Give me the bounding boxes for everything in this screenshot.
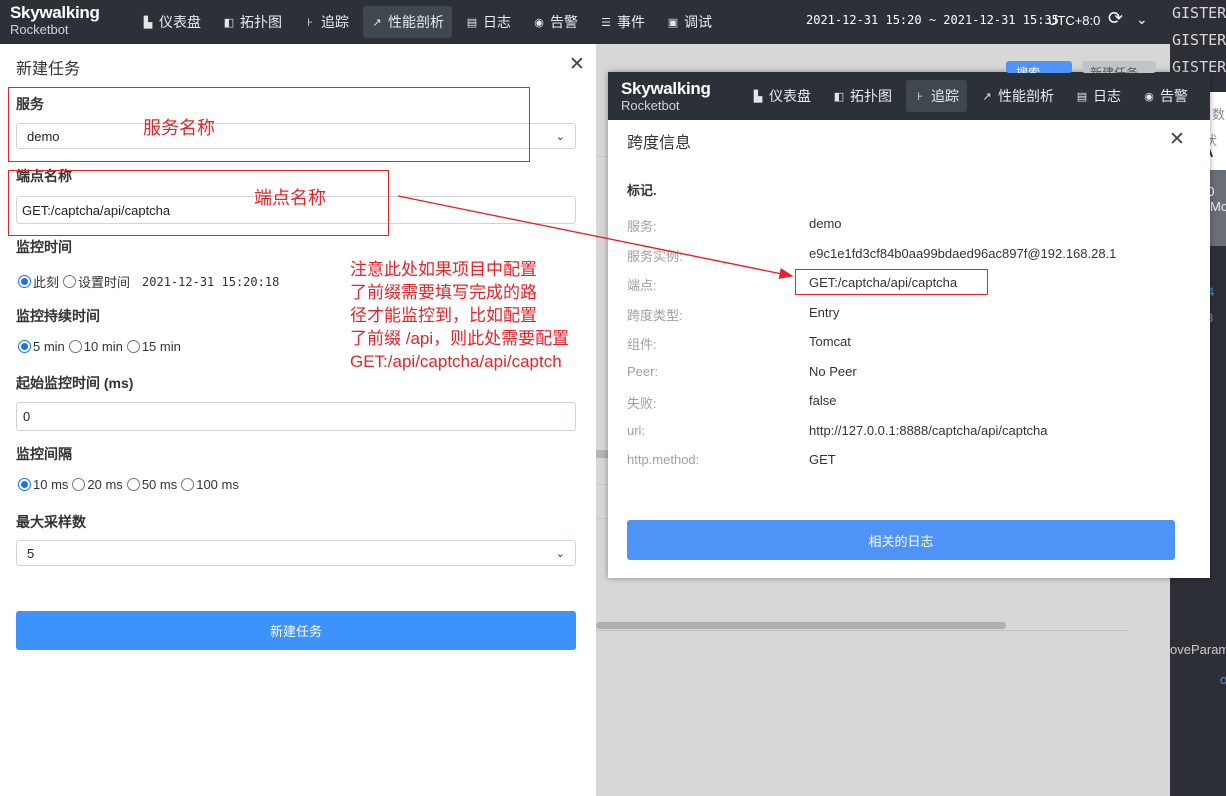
arrow-line <box>397 195 794 279</box>
annotation-arrow <box>397 195 794 279</box>
